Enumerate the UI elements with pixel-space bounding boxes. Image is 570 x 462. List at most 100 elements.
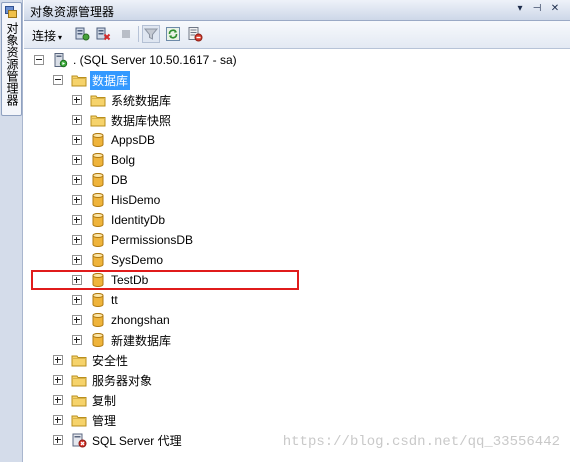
tree-node-database[interactable]: SysDemo	[72, 250, 165, 270]
object-explorer-side-tab[interactable]: 对象资源管理器	[1, 2, 22, 116]
tree-node-databases[interactable]: 数据库	[53, 70, 131, 90]
chevron-down-icon: ▾	[58, 33, 63, 42]
disconnect-button[interactable]	[94, 25, 112, 43]
object-explorer-panel: 对象资源管理器 ▾ ⊣ ✕ 连接 ▾ . (SQL Server 10.50.1…	[24, 0, 570, 462]
database-icon	[90, 212, 106, 228]
expand-toggle[interactable]	[53, 355, 63, 365]
auto-hide-pin-icon[interactable]: ⊣	[530, 2, 544, 16]
tree-node-database[interactable]: PermissionsDB	[72, 230, 195, 250]
expand-toggle[interactable]	[72, 335, 82, 345]
filter-button[interactable]	[142, 25, 160, 43]
object-explorer-icon	[5, 6, 17, 18]
database-icon	[90, 332, 106, 348]
database-icon	[90, 152, 106, 168]
tree-node-database[interactable]: DB	[72, 170, 130, 190]
database-icon	[90, 232, 106, 248]
expand-toggle[interactable]	[72, 215, 82, 225]
database-icon	[90, 172, 106, 188]
expand-toggle[interactable]	[72, 115, 82, 125]
expand-toggle[interactable]	[53, 435, 63, 445]
database-label: tt	[111, 293, 118, 307]
expand-toggle[interactable]	[53, 415, 63, 425]
tree-node-server[interactable]: . (SQL Server 10.50.1617 - sa)	[34, 50, 239, 70]
server-objects-label: 服务器对象	[92, 373, 153, 388]
refresh-icon	[166, 27, 180, 41]
expand-toggle[interactable]	[72, 195, 82, 205]
database-label: zhongshan	[111, 313, 170, 327]
collapse-toggle[interactable]	[34, 55, 44, 65]
expand-toggle[interactable]	[72, 95, 82, 105]
stop-activity-button[interactable]	[186, 25, 204, 43]
expand-toggle[interactable]	[72, 255, 82, 265]
database-label: Bolg	[111, 153, 136, 167]
filter-icon	[143, 28, 159, 40]
database-label: AppsDB	[111, 133, 156, 147]
testdb-highlight-box	[31, 270, 299, 290]
tree-node-database[interactable]: HisDemo	[72, 190, 162, 210]
databases-folder-label: 数据库	[90, 70, 131, 90]
database-label: IdentityDb	[111, 213, 166, 227]
database-label: HisDemo	[111, 193, 161, 207]
expand-toggle[interactable]	[72, 155, 82, 165]
refresh-button[interactable]	[164, 25, 182, 43]
tree-node-database[interactable]: zhongshan	[72, 310, 172, 330]
tree-node-sql-agent[interactable]: SQL Server 代理	[53, 430, 184, 450]
toolbar-separator	[138, 26, 139, 42]
panel-title: 对象资源管理器	[30, 5, 115, 19]
tree-node-server-objects[interactable]: 服务器对象	[53, 370, 154, 390]
expand-toggle[interactable]	[72, 135, 82, 145]
server-icon	[54, 53, 68, 68]
connect-button[interactable]: 连接 ▾	[32, 27, 62, 44]
watermark-text: https://blog.csdn.net/qq_33556442	[282, 434, 560, 450]
database-icon	[90, 252, 106, 268]
database-label: SysDemo	[111, 253, 164, 267]
tree-node-snapshots[interactable]: 数据库快照	[72, 110, 173, 130]
tree-node-replication[interactable]: 复制	[53, 390, 118, 410]
snapshots-label: 数据库快照	[111, 113, 172, 128]
tree-node-database[interactable]: 新建数据库	[72, 330, 173, 350]
tree-node-security[interactable]: 安全性	[53, 350, 130, 370]
side-tab-label: 对象资源管理器	[5, 22, 19, 106]
database-label: PermissionsDB	[111, 233, 194, 247]
expand-toggle[interactable]	[72, 315, 82, 325]
folder-icon	[90, 112, 106, 128]
close-icon[interactable]: ✕	[548, 2, 562, 16]
database-label: DB	[111, 173, 128, 187]
window-position-dropdown-icon[interactable]: ▾	[513, 2, 527, 16]
expand-toggle[interactable]	[72, 295, 82, 305]
tree-node-database[interactable]: AppsDB	[72, 130, 157, 150]
system-databases-label: 系统数据库	[111, 93, 172, 108]
folder-icon	[90, 92, 106, 108]
database-icon	[90, 312, 106, 328]
security-label: 安全性	[92, 353, 129, 368]
expand-toggle[interactable]	[53, 375, 63, 385]
database-icon	[90, 192, 106, 208]
tree-node-database[interactable]: Bolg	[72, 150, 137, 170]
management-label: 管理	[92, 413, 117, 428]
connect-label: 连接	[32, 29, 57, 43]
side-tab-strip: 对象资源管理器	[0, 0, 23, 462]
tree-node-system-databases[interactable]: 系统数据库	[72, 90, 173, 110]
panel-title-bar: 对象资源管理器 ▾ ⊣ ✕	[24, 0, 570, 21]
tree-node-database[interactable]: tt	[72, 290, 120, 310]
folder-icon	[71, 72, 87, 88]
connect-object-explorer-button[interactable]	[73, 25, 91, 43]
collapse-toggle[interactable]	[53, 75, 63, 85]
disconnect-server-icon	[96, 27, 111, 41]
database-label: 新建数据库	[111, 333, 172, 348]
folder-icon	[71, 392, 87, 408]
database-icon	[90, 292, 106, 308]
tree-node-management[interactable]: 管理	[53, 410, 118, 430]
folder-icon	[71, 372, 87, 388]
tree-node-database[interactable]: IdentityDb	[72, 210, 167, 230]
expand-toggle[interactable]	[72, 235, 82, 245]
database-icon	[90, 132, 106, 148]
stop-button[interactable]	[117, 25, 135, 43]
sql-agent-icon	[72, 433, 87, 448]
connect-server-icon	[75, 27, 90, 41]
expand-toggle[interactable]	[72, 175, 82, 185]
stop-activity-icon	[188, 27, 203, 42]
expand-toggle[interactable]	[53, 395, 63, 405]
folder-icon	[71, 412, 87, 428]
explorer-toolbar: 连接 ▾	[24, 21, 570, 49]
